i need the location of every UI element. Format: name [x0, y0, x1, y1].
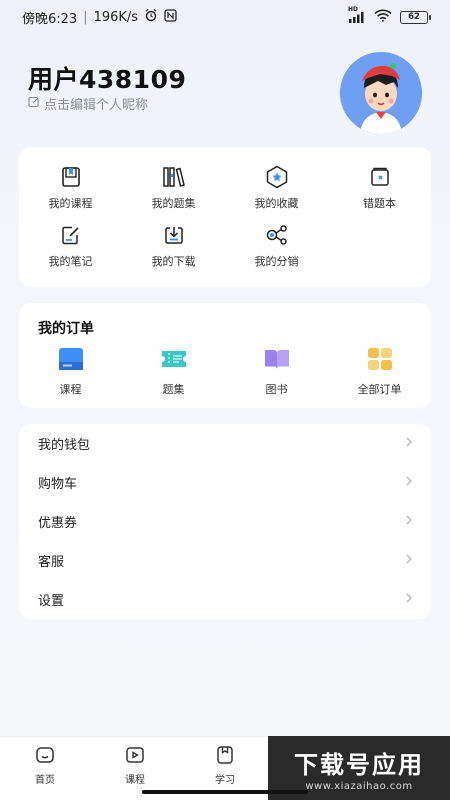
nav-study-label: 学习	[215, 775, 235, 786]
battery-indicator: 62	[400, 10, 431, 24]
menu-wallet[interactable]: 我的钱包	[19, 424, 431, 463]
order-question-set-label: 题集	[162, 383, 185, 396]
grid-icon	[367, 347, 393, 375]
chevron-right-icon	[405, 475, 413, 491]
my-functions-card: 我的课程 我的题集 我的收藏 错题本 我的笔记 我的下载 我的分销	[19, 147, 431, 287]
play-icon	[125, 745, 145, 768]
course-order-icon	[58, 347, 84, 375]
books-icon	[162, 165, 186, 189]
menu-settings-label: 设置	[38, 594, 65, 609]
my-course-item[interactable]: 我的课程	[19, 165, 122, 211]
username[interactable]: 用户438109	[28, 60, 186, 96]
orders-card: 我的订单 课程 题集 图书 全部订单	[19, 303, 431, 408]
chevron-right-icon	[405, 553, 413, 569]
nav-home-label: 首页	[35, 775, 55, 786]
menu-customer-service[interactable]: 客服	[19, 541, 431, 580]
my-distribution-label: 我的分销	[254, 255, 299, 268]
nav-study[interactable]: 学习	[195, 745, 255, 786]
order-course-item[interactable]: 课程	[19, 347, 122, 397]
nfc-icon	[164, 8, 177, 26]
wrong-book-icon	[368, 165, 392, 189]
order-all-label: 全部订单	[357, 383, 402, 396]
alarm-icon	[144, 8, 158, 26]
wrong-book-item[interactable]: 错题本	[328, 165, 431, 211]
study-icon	[215, 745, 235, 768]
my-question-set-item[interactable]: 我的题集	[122, 165, 225, 211]
menu-settings[interactable]: 设置	[19, 580, 431, 619]
bottom-nav: 首页 课程 学习 下载号应用 www.xiazaihao.com	[0, 736, 450, 800]
menu-wallet-label: 我的钱包	[38, 438, 91, 453]
my-question-set-label: 我的题集	[151, 197, 196, 210]
orders-title: 我的订单	[38, 321, 94, 337]
my-downloads-label: 我的下载	[151, 255, 196, 268]
profile-header: 用户438109 点击编辑个人昵称	[28, 50, 422, 134]
nav-course-label: 课程	[125, 775, 145, 786]
my-course-label: 我的课程	[48, 197, 93, 210]
course-icon	[59, 165, 83, 189]
signal-icon: HD	[348, 6, 366, 23]
menu-list-card: 我的钱包 购物车 优惠券 客服 设置	[19, 424, 431, 619]
edit-nickname-label: 点击编辑个人昵称	[44, 98, 149, 113]
network-type: HD	[348, 6, 359, 13]
status-net-speed: 196K/s	[93, 9, 139, 25]
status-separator: |	[83, 9, 88, 25]
my-distribution-item[interactable]: 我的分销	[225, 223, 328, 269]
my-favorites-label: 我的收藏	[254, 197, 299, 210]
order-book-item[interactable]: 图书	[225, 347, 328, 397]
chevron-right-icon	[405, 514, 413, 530]
avatar[interactable]	[340, 52, 422, 134]
book-icon	[263, 347, 291, 375]
nav-course[interactable]: 课程	[105, 745, 165, 786]
nav-home[interactable]: 首页	[15, 745, 75, 786]
note-icon	[59, 223, 83, 247]
menu-coupons-label: 优惠券	[38, 516, 78, 531]
share-icon	[265, 223, 289, 247]
home-indicator[interactable]	[142, 790, 308, 794]
watermark-title: 下载号应用	[294, 750, 424, 779]
wifi-icon	[374, 9, 392, 25]
edit-icon	[28, 96, 40, 112]
chevron-right-icon	[405, 436, 413, 452]
edit-nickname-link[interactable]: 点击编辑个人昵称	[28, 94, 148, 113]
wrong-book-label: 错题本	[363, 197, 396, 210]
watermark-url: www.xiazaihao.com	[305, 780, 413, 792]
menu-cart-label: 购物车	[38, 477, 78, 492]
order-course-label: 课程	[59, 383, 82, 396]
ticket-icon	[160, 347, 188, 375]
download-icon	[162, 223, 186, 247]
order-all-item[interactable]: 全部订单	[328, 347, 431, 397]
star-icon	[265, 165, 289, 189]
my-notes-label: 我的笔记	[48, 255, 93, 268]
chevron-right-icon	[405, 592, 413, 608]
status-left: 傍晚6:23 | 196K/s	[22, 8, 177, 27]
home-icon	[35, 745, 55, 768]
status-time: 傍晚6:23	[22, 11, 78, 27]
menu-coupons[interactable]: 优惠券	[19, 502, 431, 541]
order-question-set-item[interactable]: 题集	[122, 347, 225, 397]
my-favorites-item[interactable]: 我的收藏	[225, 165, 328, 211]
my-downloads-item[interactable]: 我的下载	[122, 223, 225, 269]
my-notes-item[interactable]: 我的笔记	[19, 223, 122, 269]
status-right: HD 62	[348, 6, 431, 25]
status-bar: 傍晚6:23 | 196K/s HD 62	[0, 0, 450, 34]
menu-customer-service-label: 客服	[38, 555, 65, 570]
menu-cart[interactable]: 购物车	[19, 463, 431, 502]
order-book-label: 图书	[265, 383, 288, 396]
